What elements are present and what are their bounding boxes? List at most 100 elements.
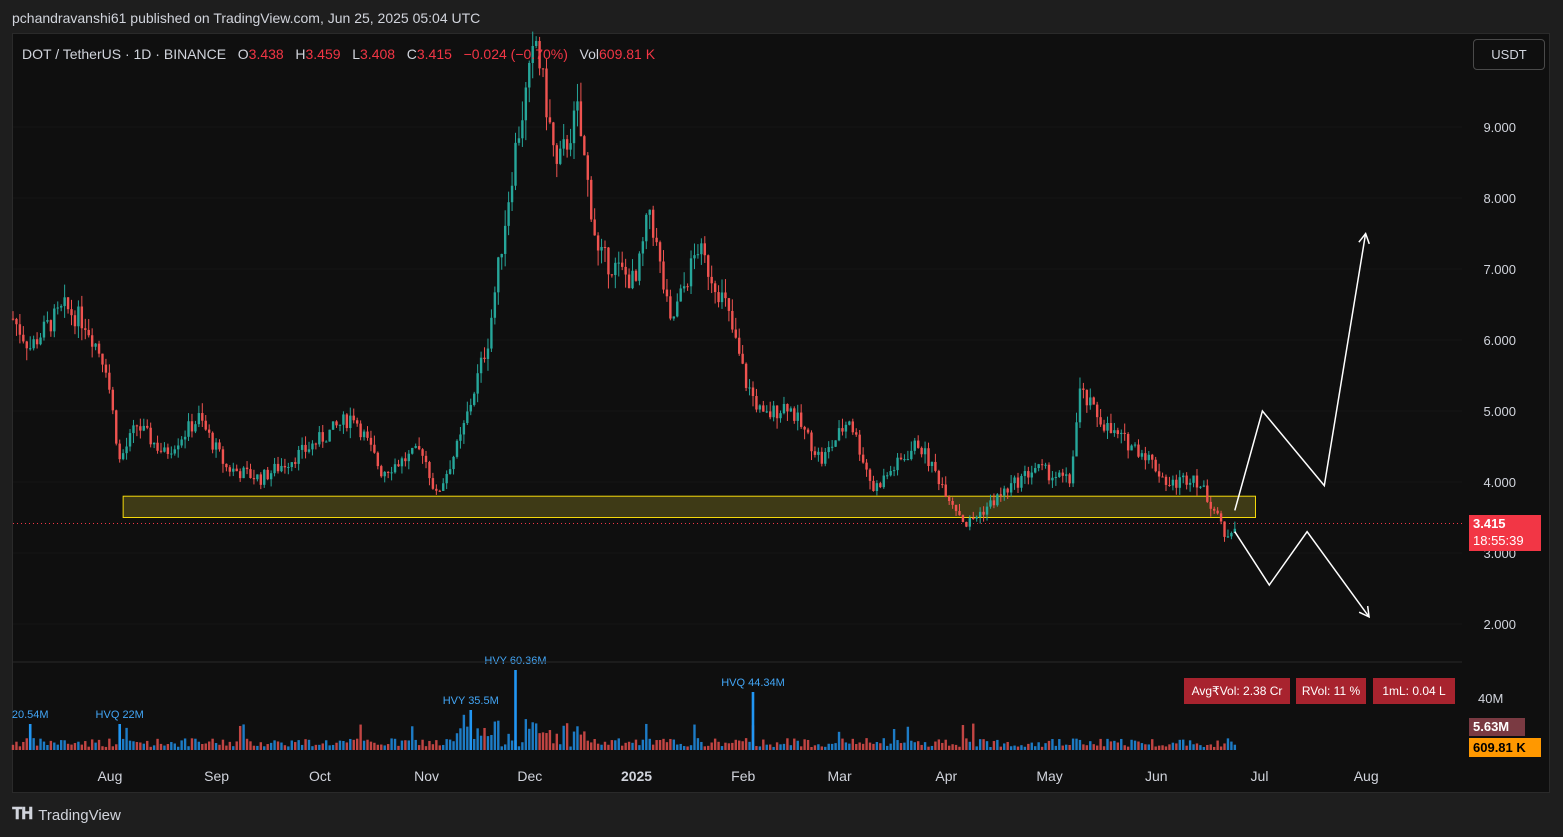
volume-bar [445,739,448,750]
volume-bar [111,746,115,750]
volume-bar [1102,746,1106,750]
volume-bar [1023,746,1027,750]
volume-bar [1075,738,1078,750]
candle-body [211,432,214,450]
volume-bar [338,740,342,750]
candle-body [503,225,507,254]
volume-bar [1082,744,1085,750]
candle-body [111,389,115,411]
rvol-stat: RVol: 11 % [1296,678,1366,704]
volume-bar [951,744,954,750]
candles [11,31,1237,542]
candle-body [1171,479,1175,486]
volume-bar [42,741,46,750]
candle-body [1209,501,1212,509]
candle-body [63,297,66,307]
candle-body [965,521,968,527]
volume-bar [1116,742,1120,750]
candle-body [982,511,985,515]
support-zone [13,495,1462,525]
volume-bar [328,745,331,750]
candle-body [331,421,335,430]
volume-bar [1068,744,1071,750]
candle-body [1123,432,1126,434]
candle-body [1020,475,1023,488]
candle-body [1051,477,1054,481]
candle-body [521,120,524,139]
volume-bar [565,723,569,750]
candle-body [892,470,896,472]
candle-body [469,404,472,412]
volume-bar [1047,740,1051,750]
candle-body [837,428,841,441]
price-chart[interactable]: 2.0003.0004.0005.0006.0007.0008.0009.000… [0,0,1563,837]
volume-bar [201,743,204,750]
candle-body [528,62,531,88]
candle-body [830,446,834,448]
volume-bar [689,745,693,750]
volume-bar [545,733,548,750]
volume-bar [280,742,283,750]
volume-bar [431,744,435,750]
candle-body [245,467,249,470]
volume-bar [252,745,256,750]
candle-body [1068,474,1071,484]
volume-bar [851,738,855,750]
candle-body [1034,468,1037,473]
candle-body [1147,454,1150,461]
candle-body [989,500,992,507]
volume-bar [782,743,786,750]
volume-bar [424,746,428,750]
candle-body [651,209,655,238]
volume-bar [627,741,631,750]
candle-body [947,496,951,501]
volume-bar [25,738,28,750]
candle-body [748,387,751,389]
volume-bar [569,746,572,750]
candle-body [1120,432,1123,435]
candle-body [648,209,651,215]
volume-bar [538,733,541,750]
candle-body [428,462,431,479]
candle-body [366,431,369,438]
time-tick-label: 2025 [621,768,652,784]
candle-body [978,511,982,518]
volume-bar [972,723,975,750]
candle-body [121,453,125,460]
volume-bar [452,741,455,750]
volume-bar [228,741,232,750]
currency-button[interactable]: USDT [1473,39,1545,70]
candle-body [307,449,311,452]
candle-body [899,457,903,460]
volume-bar [349,738,352,750]
volume-bar [1085,745,1089,750]
candle-body [1219,513,1223,522]
volume-bar [177,746,180,750]
volume-bar [521,742,524,750]
volume-bar [669,738,672,750]
volume-bar [645,723,648,750]
volume-bar [1078,739,1082,750]
volume-bar [22,741,25,750]
candle-body [59,306,63,308]
support-zone-rect [122,495,1256,519]
candle-body [473,393,476,405]
time-tick-label: Mar [828,768,852,784]
candle-body [583,136,586,156]
candle-body [1130,445,1133,451]
volume-bar [982,739,985,750]
volume-bar [892,729,896,750]
symbol-label: DOT / TetherUS · 1D · BINANCE [22,46,227,62]
candle-body [934,461,937,471]
candle-body [1044,464,1047,466]
candle-body [362,431,366,438]
volume-bar [183,738,187,750]
volume-bar [1061,745,1064,750]
candle-body [1023,471,1027,476]
volume-bar [710,742,713,750]
candle-body [1202,485,1206,487]
footer-brand[interactable]: 𝐓𝐇 TradingView [12,806,121,824]
volume-bar [600,744,603,750]
candle-body [1092,397,1095,405]
high-value: 3.459 [305,46,341,62]
